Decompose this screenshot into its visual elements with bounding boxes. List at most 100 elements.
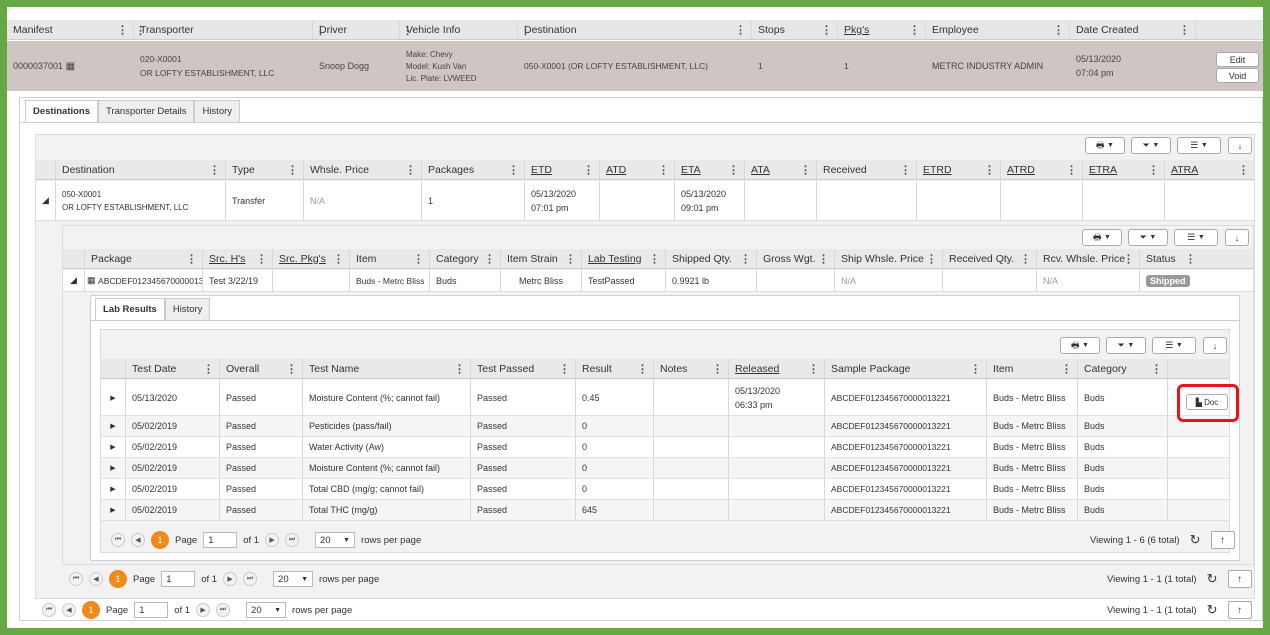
- manifest-number[interactable]: 0000037001 ▦: [7, 41, 134, 91]
- lab-result-row[interactable]: ▶ 05/02/2019 Passed Total THC (mg/g) Passed 6…: [101, 500, 1229, 521]
- col-sample-package[interactable]: Sample Package ⋮: [825, 359, 987, 378]
- row-expand[interactable]: ▶: [101, 500, 126, 520]
- first-page-button[interactable]: ⏮: [42, 603, 56, 617]
- kebab-icon[interactable]: ⋮: [135, 24, 146, 37]
- col-item[interactable]: Item ⋮: [350, 249, 430, 268]
- lab-result-row[interactable]: ▶ 05/13/2020 Passed Moisture Content (%; ca…: [101, 380, 1229, 416]
- col-received-qty[interactable]: Received Qty. ⋮: [943, 249, 1037, 268]
- col-ata[interactable]: ATA ⋮: [745, 160, 817, 179]
- download-button[interactable]: ↓: [1228, 137, 1252, 154]
- col-src-pkgs[interactable]: Src. Pkg's ⋮: [273, 249, 350, 268]
- col-test-date[interactable]: Test Date ⋮: [126, 359, 220, 378]
- col-overall[interactable]: Overall ⋮: [220, 359, 303, 378]
- expand-row-icon[interactable]: ▶: [110, 443, 115, 451]
- scroll-top-button[interactable]: ↑: [1227, 601, 1252, 619]
- col-test-passed[interactable]: Test Passed ⋮: [471, 359, 576, 378]
- col-manifest[interactable]: Manifest ⋮: [7, 20, 134, 39]
- lab-result-row[interactable]: ▶ 05/02/2019 Passed Total CBD (mg/g; cannot…: [101, 479, 1229, 500]
- page-input[interactable]: 1: [134, 602, 169, 618]
- col-shipped-qty[interactable]: Shipped Qty. ⋮: [666, 249, 757, 268]
- col-test-name[interactable]: Test Name ⋮: [303, 359, 471, 378]
- col-lab-item[interactable]: Item ⋮: [987, 359, 1078, 378]
- col-gross-wgt[interactable]: Gross Wgt. ⋮: [757, 249, 835, 268]
- col-status[interactable]: Status ⋮: [1140, 249, 1201, 268]
- pkg-print-button[interactable]: 🖶 ▼: [1082, 229, 1122, 246]
- current-page-button[interactable]: 1: [82, 601, 100, 619]
- col-rcv-price[interactable]: Rcv. Whsle. Price ⋮: [1037, 249, 1140, 268]
- package-row[interactable]: ◢ ▦ ABCDEF012345670000013176 Test 3/22/1…: [63, 270, 1253, 292]
- row-expand[interactable]: ▶: [101, 416, 126, 436]
- col-vehicle[interactable]: Vehicle Info: [400, 20, 518, 39]
- lab-columns-button[interactable]: ☰ ▼: [1152, 337, 1196, 354]
- col-destination[interactable]: Destination ⋮: [518, 20, 752, 39]
- expand-row-icon[interactable]: ▶: [110, 485, 115, 493]
- col-employee[interactable]: Employee ⋮: [926, 20, 1070, 39]
- next-page-button[interactable]: ▶: [265, 533, 280, 547]
- destination-row[interactable]: ◢ 050-X0001 OR LOFTY ESTABLISHMENT, LLC T…: [36, 181, 1254, 221]
- expand-row-icon[interactable]: ▶: [110, 506, 115, 514]
- tab-lab-results[interactable]: Lab Results: [95, 298, 165, 320]
- lab-result-row[interactable]: ▶ 05/02/2019 Passed Moisture Content (%; ca…: [101, 458, 1229, 479]
- col-packages[interactable]: Packages ⋮: [422, 160, 525, 179]
- next-page-button[interactable]: ▶: [223, 572, 238, 586]
- first-page-button[interactable]: ⏮: [69, 572, 83, 586]
- rows-per-page-select[interactable]: 20 ▼: [246, 602, 287, 618]
- pkg-download-button[interactable]: ↓: [1225, 229, 1249, 246]
- lab-result-row[interactable]: ▶ 05/02/2019 Passed Water Activity (Aw) Pass…: [101, 437, 1229, 458]
- pkg-filter-button[interactable]: ⏷ ▼: [1128, 229, 1168, 246]
- first-page-button[interactable]: ⏮: [111, 533, 125, 547]
- prev-page-button[interactable]: ◀: [62, 603, 76, 617]
- col-etrd[interactable]: ETRD ⋮: [917, 160, 1001, 179]
- col-atrd[interactable]: ATRD ⋮: [1001, 160, 1083, 179]
- col-ship-price[interactable]: Ship Whsle. Price ⋮: [835, 249, 943, 268]
- row-expand[interactable]: ▶: [101, 437, 126, 457]
- col-result[interactable]: Result ⋮: [576, 359, 654, 378]
- col-etra[interactable]: ETRA ⋮: [1083, 160, 1165, 179]
- col-whsle-price[interactable]: Whsle. Price ⋮: [304, 160, 422, 179]
- tab-history[interactable]: History: [194, 100, 241, 122]
- tab-transporter-details[interactable]: Transporter Details: [98, 100, 195, 122]
- col-atd[interactable]: ATD ⋮: [600, 160, 675, 179]
- last-page-button[interactable]: ⏭: [243, 572, 258, 586]
- lab-download-button[interactable]: ↓: [1203, 337, 1227, 354]
- kebab-icon[interactable]: ⋮: [402, 24, 413, 37]
- col-transporter[interactable]: Transporter: [134, 20, 313, 39]
- edit-button[interactable]: Edit: [1216, 52, 1259, 67]
- lab-print-button[interactable]: 🖶 ▼: [1060, 337, 1100, 354]
- kebab-icon[interactable]: ⋮: [520, 24, 531, 37]
- rows-per-page-select[interactable]: 20 ▼: [315, 532, 356, 548]
- col-lab-testing[interactable]: Lab Testing ⋮: [582, 249, 666, 268]
- expand-row-icon[interactable]: ▶: [110, 464, 115, 472]
- col-date-created[interactable]: Date Created ⋮: [1070, 20, 1196, 39]
- col-etd[interactable]: ETD ⋮: [525, 160, 600, 179]
- lab-filter-button[interactable]: ⏷ ▼: [1106, 337, 1146, 354]
- refresh-icon[interactable]: ↻: [1207, 571, 1218, 587]
- row-expand[interactable]: ▶: [101, 380, 126, 415]
- lab-result-row[interactable]: ▶ 05/02/2019 Passed Pesticides (pass/fail) P…: [101, 416, 1229, 437]
- collapse-icon[interactable]: ◢: [36, 181, 56, 220]
- manifest-row[interactable]: 0000037001 ▦ 020-X0001 OR LOFTY ESTABLISH…: [7, 41, 1263, 91]
- print-button[interactable]: 🖶 ▼: [1085, 137, 1125, 154]
- tab-lab-history[interactable]: History: [164, 298, 211, 320]
- doc-button[interactable]: ▙ Doc: [1186, 394, 1228, 410]
- col-notes[interactable]: Notes ⋮: [654, 359, 729, 378]
- expand-row-icon[interactable]: ▶: [110, 394, 115, 402]
- scroll-top-button[interactable]: ↑: [1210, 531, 1235, 549]
- col-dest[interactable]: Destination ⋮: [56, 160, 226, 179]
- col-received[interactable]: Received ⋮: [817, 160, 917, 179]
- row-expand[interactable]: ▶: [101, 479, 126, 499]
- col-strain[interactable]: Item Strain ⋮: [501, 249, 582, 268]
- col-atra[interactable]: ATRA ⋮: [1165, 160, 1254, 179]
- col-lab-category[interactable]: Category ⋮: [1078, 359, 1168, 378]
- col-src-hs[interactable]: Src. H's ⋮: [203, 249, 273, 268]
- col-eta[interactable]: ETA ⋮: [675, 160, 745, 179]
- row-expand[interactable]: ▶: [101, 458, 126, 478]
- refresh-icon[interactable]: ↻: [1207, 602, 1218, 618]
- prev-page-button[interactable]: ◀: [89, 572, 103, 586]
- col-driver[interactable]: Driver: [313, 20, 400, 39]
- next-page-button[interactable]: ▶: [196, 603, 211, 617]
- prev-page-button[interactable]: ◀: [131, 533, 145, 547]
- page-input[interactable]: 1: [203, 532, 238, 548]
- filter-button[interactable]: ⏷ ▼: [1131, 137, 1171, 154]
- pkg-collapse-icon[interactable]: ◢: [63, 270, 85, 291]
